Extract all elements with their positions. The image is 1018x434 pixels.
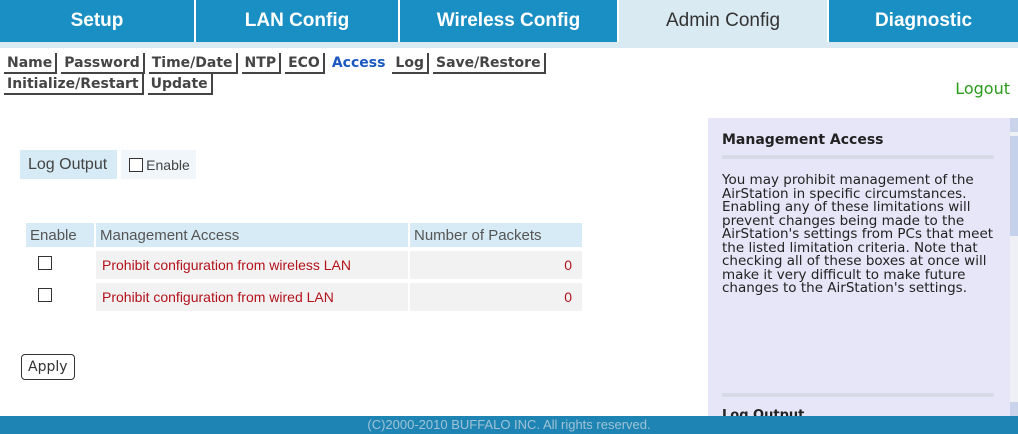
subnav-update[interactable]: Update (147, 74, 213, 95)
header-management-access: Management Access (96, 223, 408, 247)
management-access-table: Enable Management Access Number of Packe… (24, 219, 584, 315)
tab-wireless-config[interactable]: Wireless Config (400, 0, 619, 42)
tab-lan-config[interactable]: LAN Config (196, 0, 400, 42)
log-output-enable[interactable]: Enable (121, 150, 196, 179)
help-next-title: Log Output (722, 408, 805, 416)
row-check-cell (26, 251, 94, 279)
row-name: Prohibit configuration from wireless LAN (96, 251, 408, 279)
tab-setup[interactable]: Setup (0, 0, 196, 42)
header-number-of-packets: Number of Packets (410, 223, 582, 247)
table-row: Prohibit configuration from wired LAN 0 (26, 283, 582, 311)
scroll-thumb[interactable] (1010, 136, 1018, 236)
prohibit-wired-checkbox[interactable] (38, 288, 52, 302)
logout-link[interactable]: Logout (955, 79, 1010, 98)
subnav-save-restore[interactable]: Save/Restore (432, 53, 546, 74)
row-check-cell (26, 283, 94, 311)
scroll-up-arrow-icon[interactable] (1010, 118, 1018, 132)
prohibit-wireless-checkbox[interactable] (38, 256, 52, 270)
subnav-name[interactable]: Name (4, 53, 58, 74)
help-divider (722, 155, 994, 159)
subnav-password[interactable]: Password (61, 53, 145, 74)
log-output-enable-label: Enable (146, 156, 190, 173)
help-scrollbar[interactable] (1010, 118, 1018, 416)
subnav-initialize-restart[interactable]: Initialize/Restart (4, 74, 144, 95)
header-enable: Enable (26, 223, 94, 247)
subnav-log[interactable]: Log (392, 53, 429, 74)
row-packets: 0 (410, 251, 582, 279)
sub-navigation: Name Password Time/Date NTP ECO Access L… (4, 53, 704, 95)
row-packets: 0 (410, 283, 582, 311)
tab-diagnostic[interactable]: Diagnostic (829, 0, 1018, 42)
log-output-checkbox[interactable] (129, 157, 144, 172)
row-name: Prohibit configuration from wired LAN (96, 283, 408, 311)
tab-admin-config[interactable]: Admin Config (619, 0, 829, 42)
table-row: Prohibit configuration from wireless LAN… (26, 251, 582, 279)
help-text: You may prohibit management of the AirSt… (722, 172, 994, 296)
table-header-row: Enable Management Access Number of Packe… (26, 223, 582, 247)
tab-underline (0, 42, 1018, 48)
subnav-time-date[interactable]: Time/Date (148, 53, 238, 74)
log-output-row: Log Output Enable (20, 150, 196, 179)
footer-copyright: (C)2000-2010 BUFFALO INC. All rights res… (0, 416, 1018, 434)
subnav-eco[interactable]: ECO (285, 53, 325, 74)
apply-button[interactable]: Apply (21, 354, 75, 380)
help-divider (722, 393, 994, 397)
scroll-down-arrow-icon[interactable] (1010, 402, 1018, 416)
subnav-ntp[interactable]: NTP (241, 53, 282, 74)
help-panel: Management Access You may prohibit manag… (708, 118, 1010, 416)
help-title: Management Access (722, 132, 884, 148)
log-output-label: Log Output (20, 150, 118, 179)
subnav-access[interactable]: Access (329, 53, 389, 74)
top-tab-bar: Setup LAN Config Wireless Config Admin C… (0, 0, 1018, 42)
